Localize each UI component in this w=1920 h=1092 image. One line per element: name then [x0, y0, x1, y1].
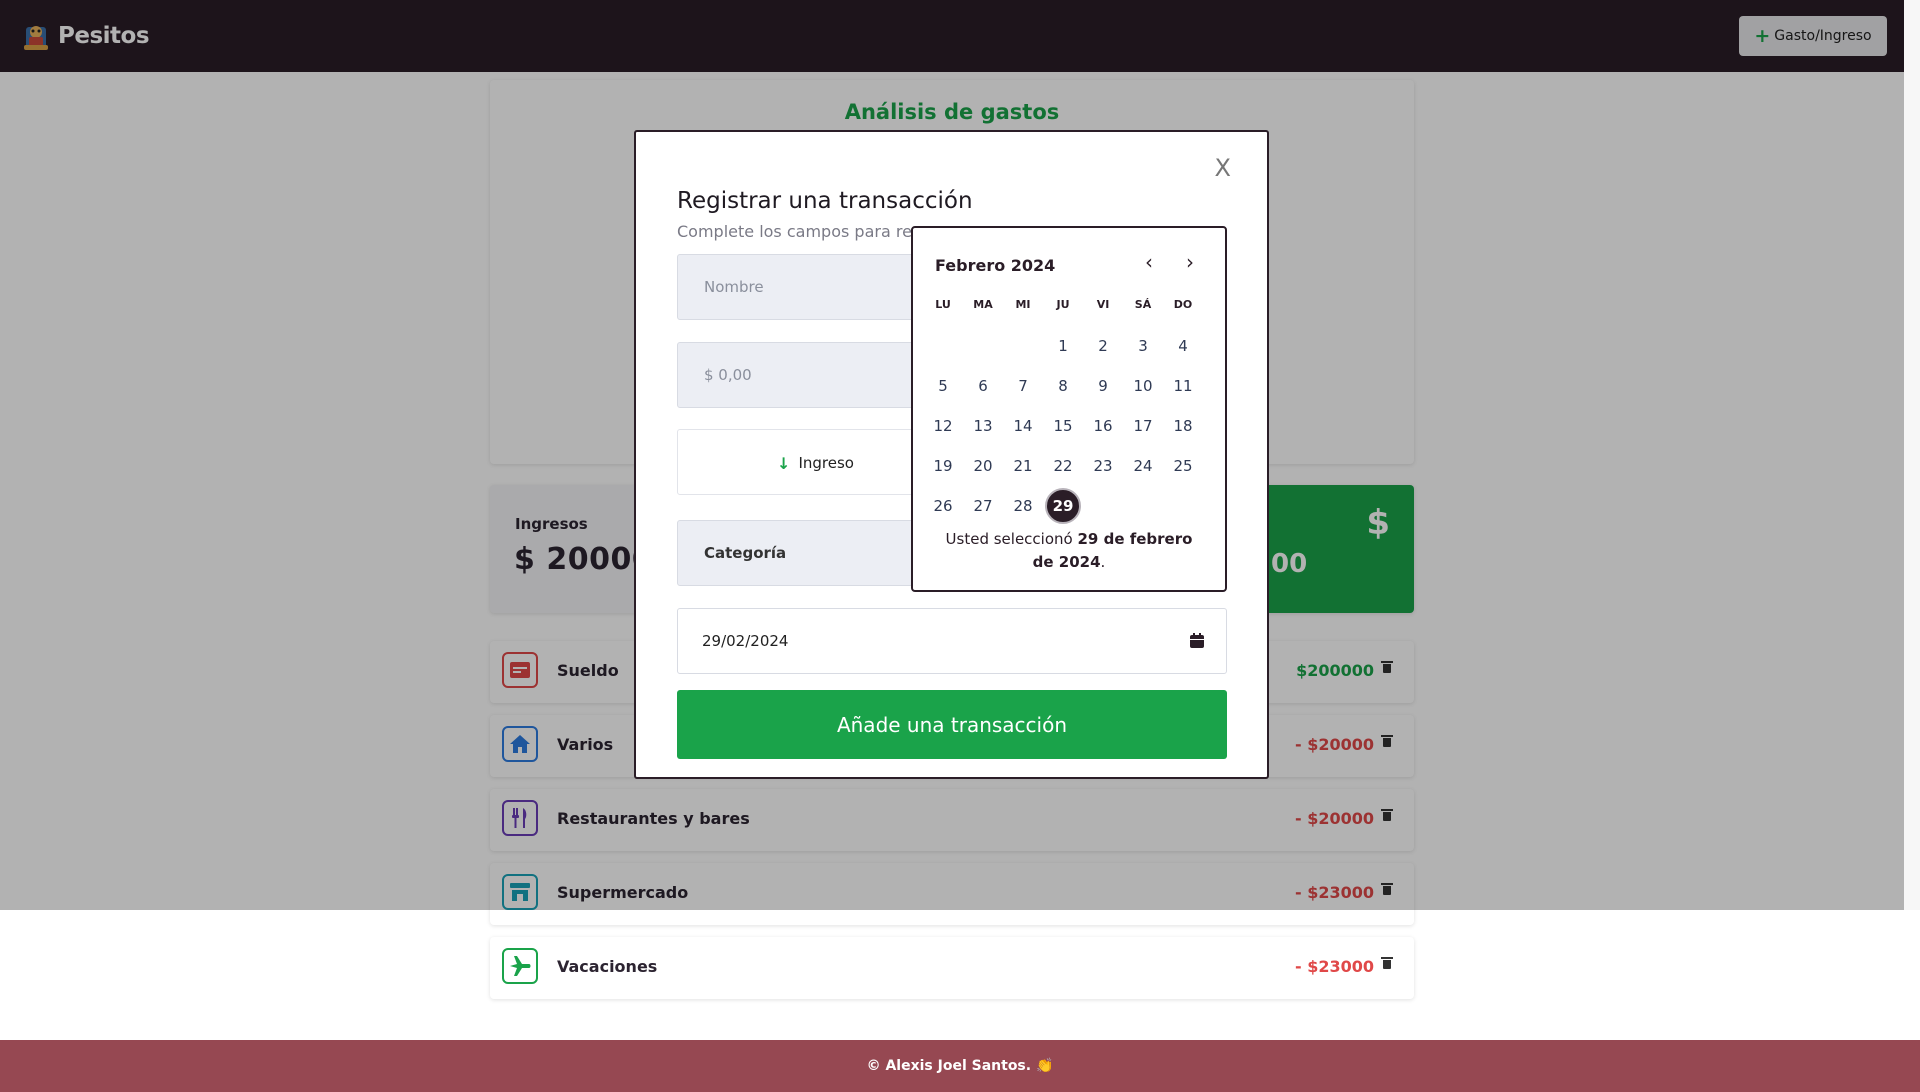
- datepicker-day[interactable]: 16: [1085, 408, 1121, 444]
- datepicker-day[interactable]: 11: [1165, 368, 1201, 404]
- summary-suffix: .: [1100, 553, 1106, 571]
- datepicker-weekday: DO: [1173, 298, 1193, 311]
- datepicker: Febrero 2024 ‹ › LU MA MI JU VI SÁ DO 12345678…: [911, 226, 1227, 592]
- datepicker-day[interactable]: 20: [965, 448, 1001, 484]
- date-value: 29/02/2024: [702, 632, 789, 650]
- datepicker-day[interactable]: 12: [925, 408, 961, 444]
- datepicker-day[interactable]: 5: [925, 368, 961, 404]
- datepicker-day[interactable]: 24: [1125, 448, 1161, 484]
- datepicker-day[interactable]: 10: [1125, 368, 1161, 404]
- datepicker-selection-summary: Usted seleccionó 29 de febrero de 2024.: [933, 528, 1205, 574]
- arrow-down-icon: ↓: [777, 453, 791, 473]
- amount-placeholder: $ 0,00: [704, 366, 752, 384]
- datepicker-day[interactable]: 9: [1085, 368, 1121, 404]
- footer-text: © Alexis Joel Santos. 👏: [866, 1058, 1054, 1074]
- datepicker-day[interactable]: 22: [1045, 448, 1081, 484]
- calendar-icon[interactable]: [1190, 633, 1204, 648]
- footer: © Alexis Joel Santos. 👏: [0, 1040, 1920, 1092]
- datepicker-day[interactable]: 13: [965, 408, 1001, 444]
- datepicker-day[interactable]: 8: [1045, 368, 1081, 404]
- modal-subtitle: Complete los campos para re: [677, 222, 912, 241]
- datepicker-day[interactable]: 21: [1005, 448, 1041, 484]
- datepicker-day[interactable]: 15: [1045, 408, 1081, 444]
- summary-prefix: Usted seleccionó: [945, 530, 1078, 548]
- datepicker-day[interactable]: 1: [1045, 328, 1081, 364]
- datepicker-weekday: MI: [1015, 298, 1031, 311]
- datepicker-day[interactable]: 23: [1085, 448, 1121, 484]
- datepicker-day[interactable]: 14: [1005, 408, 1041, 444]
- datepicker-day[interactable]: 3: [1125, 328, 1161, 364]
- datepicker-weekday: VI: [1096, 298, 1110, 311]
- datepicker-day[interactable]: 26: [925, 488, 961, 524]
- close-icon[interactable]: X: [1215, 156, 1231, 180]
- name-placeholder: Nombre: [704, 278, 764, 296]
- chevron-right-icon[interactable]: ›: [1178, 250, 1202, 274]
- datepicker-weekday: LU: [935, 298, 951, 311]
- scrollbar[interactable]: [1904, 0, 1920, 910]
- datepicker-weekday: SÁ: [1134, 298, 1152, 311]
- datepicker-day[interactable]: 19: [925, 448, 961, 484]
- plane-icon: [502, 948, 538, 984]
- transaction-amount: - $23000: [1294, 957, 1374, 976]
- category-label: Categoría: [704, 544, 787, 562]
- datepicker-day[interactable]: 18: [1165, 408, 1201, 444]
- transaction-row[interactable]: Vacaciones - $23000: [490, 937, 1414, 999]
- datepicker-day[interactable]: 4: [1165, 328, 1201, 364]
- datepicker-weekday: MA: [973, 298, 993, 311]
- add-transaction-submit-button[interactable]: Añade una transacción: [677, 690, 1227, 759]
- datepicker-day[interactable]: 27: [965, 488, 1001, 524]
- date-field[interactable]: 29/02/2024: [677, 608, 1227, 674]
- modal-title: Registrar una transacción: [677, 188, 973, 214]
- trash-icon[interactable]: [1381, 957, 1393, 969]
- datepicker-day[interactable]: 17: [1125, 408, 1161, 444]
- income-option-label: Ingreso: [798, 454, 854, 472]
- datepicker-day-selected[interactable]: 29: [1045, 488, 1081, 524]
- datepicker-day[interactable]: 25: [1165, 448, 1201, 484]
- chevron-left-icon[interactable]: ‹: [1137, 250, 1161, 274]
- datepicker-weekday: JU: [1056, 298, 1070, 311]
- datepicker-month: Febrero 2024: [935, 256, 1056, 275]
- datepicker-day[interactable]: 28: [1005, 488, 1041, 524]
- datepicker-day[interactable]: 7: [1005, 368, 1041, 404]
- datepicker-day[interactable]: 2: [1085, 328, 1121, 364]
- transaction-name: Vacaciones: [557, 957, 658, 976]
- datepicker-day[interactable]: 6: [965, 368, 1001, 404]
